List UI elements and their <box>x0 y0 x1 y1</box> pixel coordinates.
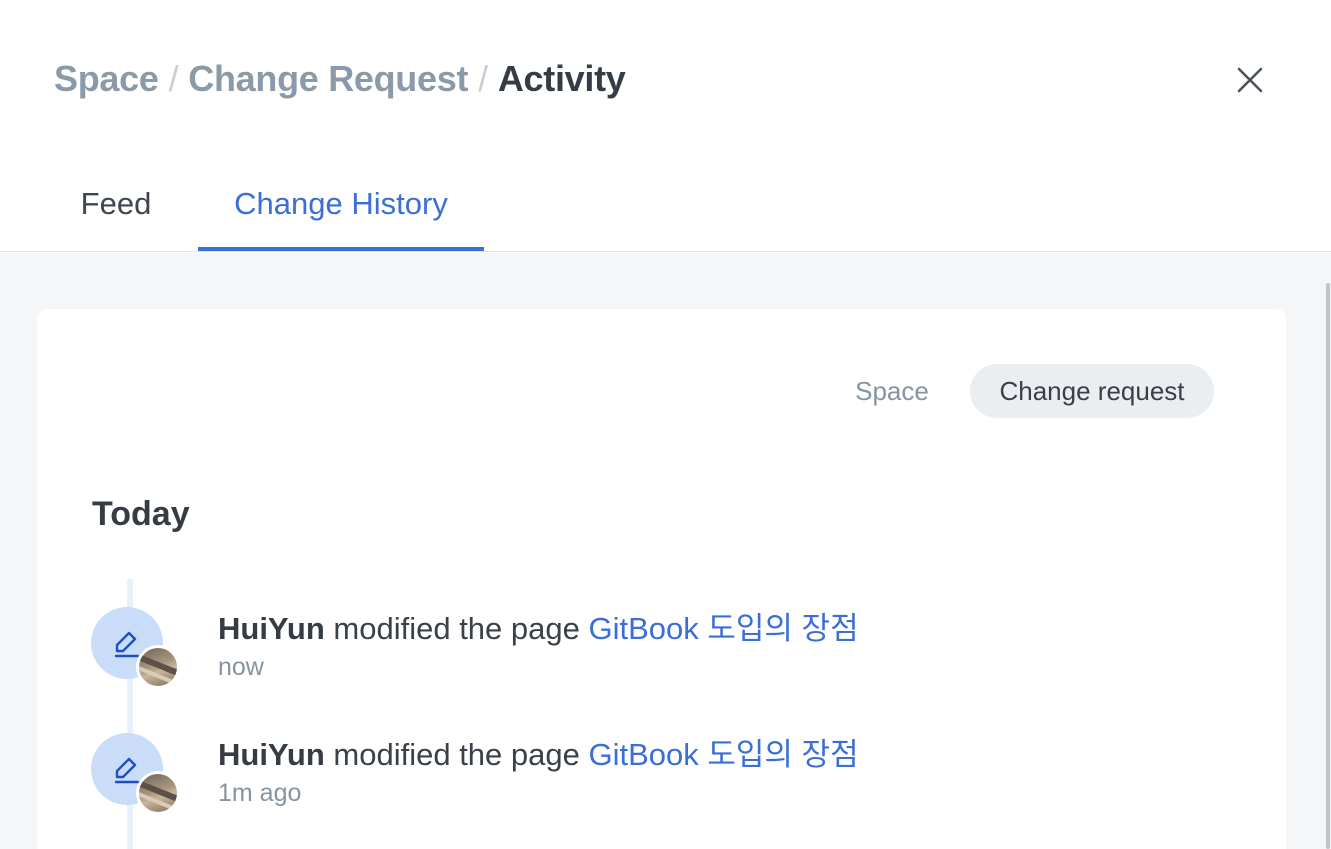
activity-panel: Space / Change Request / Activity Feed Chang… <box>0 0 1331 849</box>
entry-user[interactable]: HuiYun <box>218 611 325 646</box>
breadcrumb: Space / Change Request / Activity <box>54 58 626 100</box>
content-area: Space Change request Today HuiYun modifi… <box>0 253 1325 849</box>
breadcrumb-separator: / <box>168 58 179 99</box>
list-item: HuiYun modified the page GitBook 도입의 장점 … <box>37 579 1286 689</box>
close-button[interactable] <box>1228 58 1272 102</box>
tab-feed[interactable]: Feed <box>60 160 172 251</box>
filter-change-request-button[interactable]: Change request <box>970 364 1214 418</box>
tab-bar: Feed Change History <box>0 160 1331 252</box>
list-item: HuiYun modified the page GitBook 도입의 장점 … <box>37 705 1286 815</box>
history-card: Space Change request Today HuiYun modifi… <box>37 309 1286 849</box>
breadcrumb-separator: / <box>478 58 488 99</box>
entry-page-link[interactable]: GitBook 도입의 장점 <box>589 737 859 772</box>
entry-timestamp: 1m ago <box>218 779 302 807</box>
scrollbar-thumb[interactable] <box>1326 283 1330 849</box>
entry-description: HuiYun modified the page GitBook 도입의 장점 <box>218 729 859 774</box>
breadcrumb-space[interactable]: Space <box>54 58 159 99</box>
section-title: Today <box>92 495 190 533</box>
entry-action: modified the page <box>333 611 580 646</box>
close-icon <box>1237 67 1263 93</box>
entry-timestamp: now <box>218 653 264 681</box>
breadcrumb-change-request[interactable]: Change Request <box>188 58 468 99</box>
entry-user[interactable]: HuiYun <box>218 737 325 772</box>
avatar[interactable] <box>136 771 180 815</box>
filter-space-button[interactable]: Space <box>827 364 957 418</box>
entry-description: HuiYun modified the page GitBook 도입의 장점 <box>218 603 859 648</box>
tab-change-history[interactable]: Change History <box>198 160 484 251</box>
scrollbar[interactable] <box>1325 253 1331 849</box>
panel-header: Space / Change Request / Activity <box>0 0 1331 160</box>
avatar[interactable] <box>136 645 180 689</box>
entry-action: modified the page <box>333 737 580 772</box>
page-title: Activity <box>497 58 626 99</box>
entry-page-link[interactable]: GitBook 도입의 장점 <box>589 611 859 646</box>
